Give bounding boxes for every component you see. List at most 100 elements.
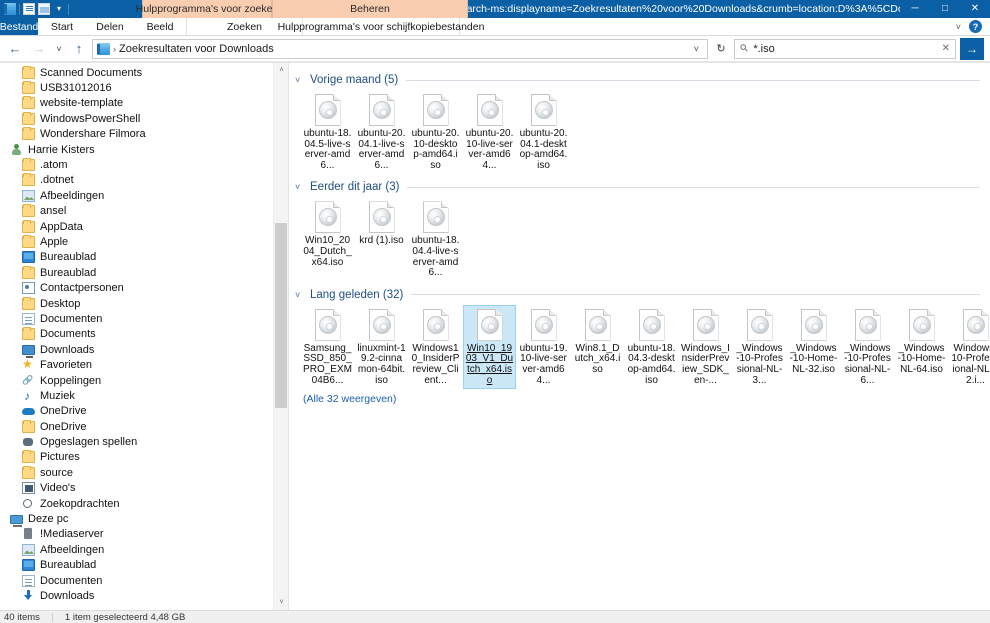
sidebar-item-video-s[interactable]: Video's bbox=[0, 481, 288, 496]
tab-beeld[interactable]: Beeld bbox=[134, 18, 186, 35]
search-input[interactable]: *.iso bbox=[753, 43, 936, 55]
file-tile[interactable]: Windows10_InsiderPreview_Client... bbox=[409, 305, 462, 389]
sidebar-item-mediaserver[interactable]: !Mediaserver bbox=[0, 527, 288, 542]
sidebar-item-ansel[interactable]: ansel bbox=[0, 204, 288, 219]
sidebar-item-opgeslagen-spellen[interactable]: Opgeslagen spellen bbox=[0, 434, 288, 449]
up-button[interactable]: ↑ bbox=[68, 38, 90, 60]
iso-file-icon bbox=[314, 94, 341, 126]
sidebar-item-bureaublad[interactable]: Bureaublad bbox=[0, 265, 288, 280]
file-tile[interactable]: ubuntu-20.04.1-desktop-amd64.iso bbox=[517, 90, 570, 174]
close-button[interactable]: ✕ bbox=[960, 0, 990, 18]
sidebar-item-downloads[interactable]: Downloads bbox=[0, 342, 288, 358]
navigation-scrollbar[interactable]: ˄ ˅ bbox=[273, 63, 288, 610]
new-folder-icon[interactable] bbox=[38, 3, 50, 15]
file-tile[interactable]: linuxmint-19.2-cinnamon-64bit.iso bbox=[355, 305, 408, 389]
sidebar-item-harrie-kisters[interactable]: Harrie Kisters bbox=[0, 142, 288, 157]
scroll-up-icon[interactable]: ˄ bbox=[274, 63, 288, 78]
contextual-tab-manage[interactable]: Beheren bbox=[272, 0, 468, 18]
file-tile[interactable]: ubuntu-20.10-live-server-amd64... bbox=[463, 90, 516, 174]
file-tile[interactable]: _Windows-10-Professional-NL-6... bbox=[841, 305, 894, 389]
tab-delen[interactable]: Delen bbox=[86, 18, 134, 35]
refresh-button[interactable]: ↻ bbox=[710, 39, 732, 59]
sidebar-item-zoekopdrachten[interactable]: Zoekopdrachten bbox=[0, 496, 288, 511]
sidebar-item-desktop[interactable]: Desktop bbox=[0, 296, 288, 311]
recent-locations-button[interactable]: ˅ bbox=[52, 38, 66, 60]
sidebar-item-apple[interactable]: Apple bbox=[0, 234, 288, 249]
tab-delen-label: Delen bbox=[96, 20, 124, 33]
sidebar-item-contactpersonen[interactable]: Contactpersonen bbox=[0, 280, 288, 295]
sidebar-item-documenten[interactable]: Documenten bbox=[0, 573, 288, 588]
file-tile[interactable]: krd (1).iso bbox=[355, 197, 408, 281]
file-tile[interactable]: ubuntu-18.04.4-live-server-amd6... bbox=[409, 197, 462, 281]
tab-schijfkopiebestanden[interactable]: Hulpprogramma's voor schijfkopiebestande… bbox=[278, 18, 484, 35]
file-list-pane[interactable]: ˅ Vorige maand (5) ubuntu-18.04.5-live-ser… bbox=[289, 63, 990, 610]
search-box[interactable]: ⚲ *.iso ✕ bbox=[734, 38, 956, 59]
sidebar-item-appdata[interactable]: AppData bbox=[0, 219, 288, 234]
maximize-button[interactable]: □ bbox=[930, 0, 960, 18]
scroll-down-icon[interactable]: ˅ bbox=[274, 595, 288, 610]
search-go-button[interactable]: → bbox=[960, 37, 984, 60]
sidebar-item-downloads[interactable]: Downloads bbox=[0, 588, 288, 603]
sidebar-item-muziek[interactable]: Muziek bbox=[0, 388, 288, 403]
tab-start-label: Start bbox=[50, 20, 74, 33]
file-tile[interactable]: ubuntu-18.04.5-live-server-amd6... bbox=[301, 90, 354, 174]
tab-bestand[interactable]: Bestand bbox=[0, 18, 38, 35]
group-header[interactable]: ˅ Lang geleden (32) bbox=[289, 285, 990, 303]
file-tile[interactable]: Win10_2004_Dutch_x64.iso bbox=[301, 197, 354, 281]
file-tile[interactable]: _Windows-10-Home-NL-32.iso bbox=[787, 305, 840, 389]
group-header[interactable]: ˅ Eerder dit jaar (3) bbox=[289, 177, 990, 195]
sidebar-item-onedrive[interactable]: OneDrive bbox=[0, 419, 288, 434]
sidebar-item-windowspowershell[interactable]: WindowsPowerShell bbox=[0, 111, 288, 126]
chevron-down-icon[interactable]: ˅ bbox=[295, 75, 304, 85]
file-tile[interactable]: Windows_InsiderPreview_SDK_en-... bbox=[679, 305, 732, 389]
scrollbar-thumb[interactable] bbox=[275, 223, 287, 408]
sidebar-item-dotnet[interactable]: .dotnet bbox=[0, 173, 288, 188]
chevron-down-icon[interactable]: ˅ bbox=[295, 182, 304, 192]
sidebar-item-afbeeldingen[interactable]: Afbeeldingen bbox=[0, 542, 288, 557]
file-tile[interactable]: ubuntu-19.10-live-server-amd64... bbox=[517, 305, 570, 389]
user-icon bbox=[10, 143, 23, 156]
clear-search-icon[interactable]: ✕ bbox=[942, 43, 955, 54]
file-tile[interactable]: ubuntu-18.04.3-desktop-amd64.iso bbox=[625, 305, 678, 389]
file-tile[interactable]: _Windows-10-Home-NL-64.iso bbox=[895, 305, 948, 389]
sidebar-item-afbeeldingen[interactable]: Afbeeldingen bbox=[0, 188, 288, 203]
sidebar-item-atom[interactable]: .atom bbox=[0, 157, 288, 172]
breadcrumb[interactable]: › Zoekresultaten voor Downloads ˅ bbox=[92, 38, 708, 59]
forward-button[interactable]: → bbox=[28, 38, 50, 60]
sidebar-item-favorieten[interactable]: Favorieten bbox=[0, 357, 288, 372]
file-tile[interactable]: ubuntu-20.10-desktop-amd64.iso bbox=[409, 90, 462, 174]
breadcrumb-dropdown-caret-icon[interactable]: ˅ bbox=[688, 44, 705, 54]
sidebar-item-website-template[interactable]: website-template bbox=[0, 96, 288, 111]
minimize-button[interactable]: ─ bbox=[900, 0, 930, 18]
sidebar-item-koppelingen[interactable]: Koppelingen bbox=[0, 373, 288, 388]
file-tile-selected[interactable]: Win10_1903_V1_Dutch_x64.iso bbox=[463, 304, 516, 390]
file-tile[interactable]: Samsung_SSD_850_PRO_EXM04B6... bbox=[301, 305, 354, 389]
back-button[interactable]: ← bbox=[4, 38, 26, 60]
contacts-icon bbox=[22, 282, 35, 295]
contextual-tab-search-tools[interactable]: Hulpprogramma's voor zoeken bbox=[136, 0, 278, 18]
sidebar-item-wondershare-filmora[interactable]: Wondershare Filmora bbox=[0, 127, 288, 142]
sidebar-item-documents[interactable]: Documents bbox=[0, 327, 288, 342]
sidebar-item-scanned-documents[interactable]: Scanned Documents bbox=[0, 65, 288, 80]
tab-schijfkopiebestanden-label: Hulpprogramma's voor schijfkopiebestande… bbox=[277, 20, 485, 33]
group-header[interactable]: ˅ Vorige maand (5) bbox=[289, 70, 990, 88]
file-tile[interactable]: ubuntu-20.04.1-live-server-amd6... bbox=[355, 90, 408, 174]
sidebar-item-bureaublad[interactable]: Bureaublad bbox=[0, 250, 288, 265]
customize-qat-caret-icon[interactable]: ▾ bbox=[53, 3, 65, 15]
file-tile[interactable]: Win8.1_Dutch_x64.iso bbox=[571, 305, 624, 389]
sidebar-item-deze-pc[interactable]: Deze pc bbox=[0, 511, 288, 527]
sidebar-item-documenten[interactable]: Documenten bbox=[0, 311, 288, 326]
sidebar-item-usb31012016[interactable]: USB31012016 bbox=[0, 80, 288, 95]
tab-start[interactable]: Start bbox=[38, 18, 86, 35]
properties-icon[interactable] bbox=[23, 3, 35, 15]
sidebar-item-source[interactable]: source bbox=[0, 465, 288, 480]
file-tile[interactable]: _Windows-10-Professional-NL-3... bbox=[733, 305, 786, 389]
sidebar-item-pictures[interactable]: Pictures bbox=[0, 450, 288, 465]
help-icon[interactable]: ? bbox=[969, 20, 982, 33]
sidebar-item-bureaublad[interactable]: Bureaublad bbox=[0, 558, 288, 573]
sidebar-item-onedrive[interactable]: OneDrive bbox=[0, 404, 288, 419]
file-tile[interactable]: Windows-10-Professional-NL-32.i... bbox=[949, 305, 990, 389]
chevron-down-icon[interactable]: ˅ bbox=[295, 290, 304, 300]
show-all-results-link[interactable]: (Alle 32 weergeven) bbox=[289, 389, 396, 405]
expand-ribbon-caret-icon[interactable]: ˅ bbox=[956, 22, 961, 32]
